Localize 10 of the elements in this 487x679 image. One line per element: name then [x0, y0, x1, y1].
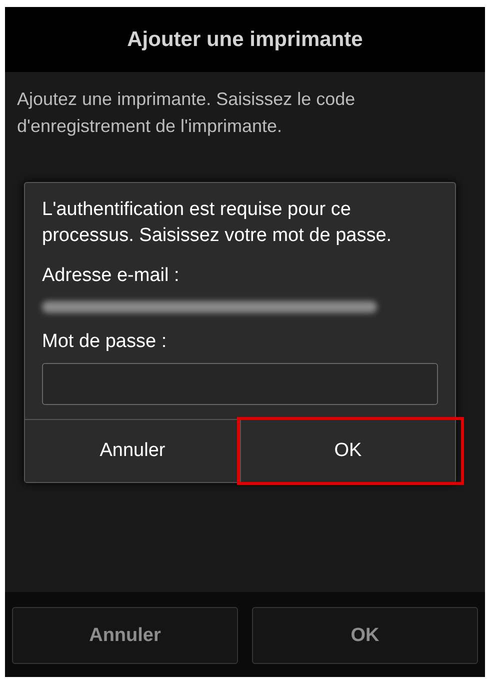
footer-button[interactable]: Annuler [12, 607, 238, 664]
screen-title: Ajouter une imprimante [127, 28, 363, 52]
instructions-text: Ajoutez une imprimante. Saisissez le code d'enregistrement de l'imprimante. [17, 88, 356, 138]
footer-button[interactable]: OK [252, 607, 478, 664]
dialog-button[interactable]: OK [240, 420, 455, 482]
password-label: Mot de passe : [42, 330, 168, 354]
dialog-message: L'authentification est requise pour ce processus. Saisissez votre mot de passe. [42, 198, 393, 248]
email-label: Adresse e-mail : [42, 264, 180, 288]
password-field[interactable] [42, 363, 438, 405]
dialog-button[interactable]: Annuler [25, 420, 240, 482]
